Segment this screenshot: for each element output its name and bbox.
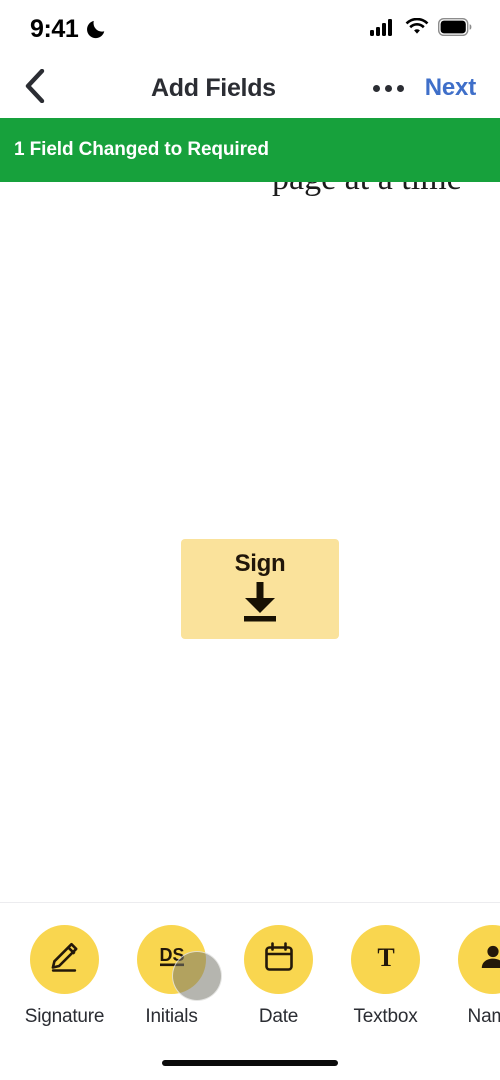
text-t-icon: T	[370, 941, 402, 978]
wifi-icon	[405, 17, 429, 41]
tool-item-textbox[interactable]: T Textbox	[351, 925, 420, 1028]
tool-label-signature: Signature	[24, 1006, 105, 1027]
status-bar: 9:41	[0, 0, 500, 58]
sign-field-label: Sign	[234, 549, 286, 577]
date-tool-circle	[244, 925, 313, 994]
svg-text:T: T	[377, 943, 394, 972]
tool-label-textbox: Textbox	[353, 1006, 418, 1027]
app-screen: 9:41 Add Fields Next Sign Signature DS I…	[0, 0, 500, 1080]
page-title: Add Fields	[150, 73, 276, 102]
tool-item-date[interactable]: Date	[244, 925, 313, 1028]
person-icon	[477, 941, 500, 978]
field-type-list: Signature DS Initials Date T Textbox Nam	[25, 925, 500, 1028]
tool-item-name[interactable]: Name	[458, 925, 500, 1028]
arrow-down-to-line-icon	[236, 580, 284, 629]
tool-label-name: Name	[467, 1006, 500, 1027]
status-time: 9:41	[30, 14, 79, 43]
signature-tool-circle	[30, 925, 99, 994]
crescent-moon-icon	[85, 18, 107, 40]
chevron-left-icon	[24, 68, 46, 108]
toast-message: 1 Field Changed to Required	[14, 139, 269, 160]
calendar-icon	[263, 941, 295, 978]
more-options-icon	[373, 84, 381, 92]
battery-full-icon	[437, 17, 472, 41]
tool-label-initials: Initials	[145, 1006, 198, 1027]
field-type-toolbar: Signature DS Initials Date T Textbox Nam	[0, 903, 500, 1080]
more-options-icon	[385, 84, 393, 92]
tool-label-date: Date	[258, 1006, 299, 1027]
back-button[interactable]	[0, 58, 70, 118]
status-bar-right	[370, 17, 472, 41]
name-tool-circle	[458, 925, 500, 994]
document-canvas[interactable]: page at a time Sign	[0, 118, 500, 903]
next-button[interactable]: Next	[417, 74, 500, 102]
touch-indicator	[172, 951, 222, 1001]
more-options-icon	[397, 84, 405, 92]
more-options-button[interactable]	[361, 58, 417, 118]
status-bar-left: 9:41	[30, 15, 107, 44]
cellular-signal-icon	[370, 18, 396, 41]
toast-banner: 1 Field Changed to Required	[0, 118, 500, 182]
sign-field-tag[interactable]: Sign	[181, 539, 339, 639]
navigation-bar: Add Fields Next	[0, 58, 500, 118]
pen-signature-icon	[48, 940, 82, 979]
home-indicator-bar	[162, 1060, 338, 1066]
textbox-tool-circle: T	[351, 925, 420, 994]
tool-item-signature[interactable]: Signature	[25, 925, 104, 1028]
